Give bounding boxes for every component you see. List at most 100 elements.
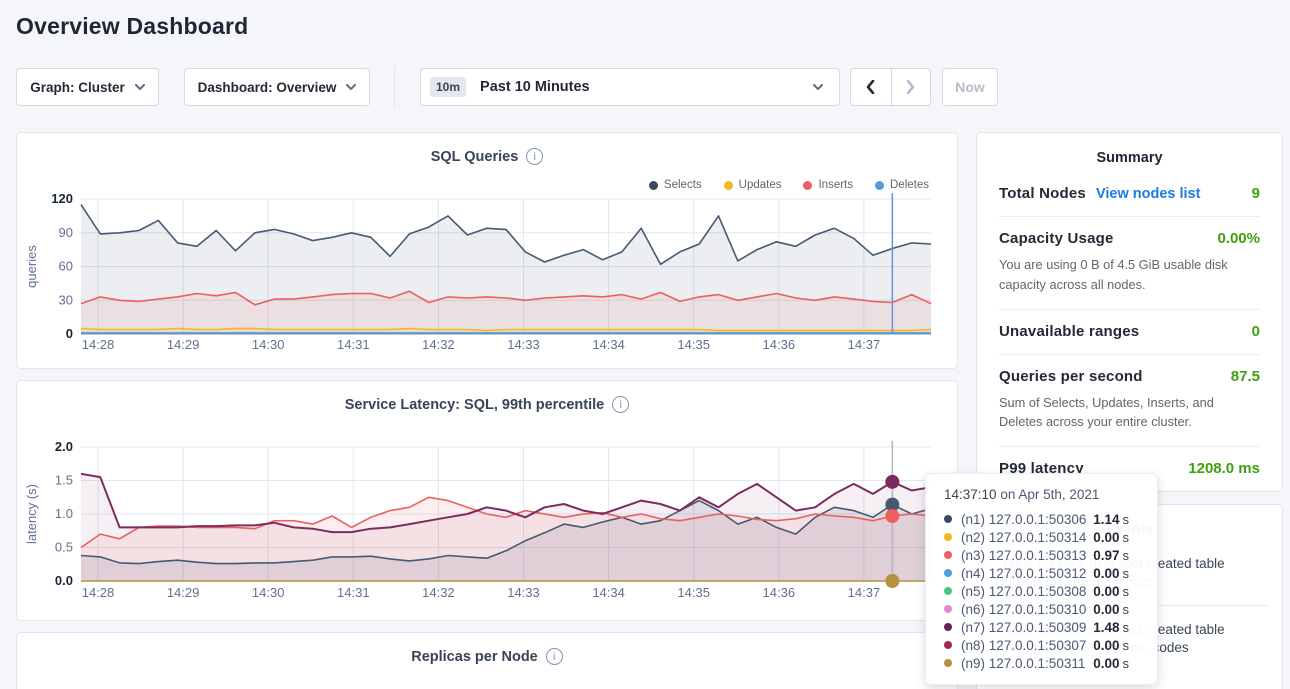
time-prev-button[interactable]	[851, 69, 891, 105]
tooltip-node-row: (n5) 127.0.0.1:503080.00 s	[944, 582, 1157, 600]
svg-text:0.5: 0.5	[55, 540, 73, 555]
time-range-select[interactable]: 10m Past 10 Minutes	[420, 68, 840, 106]
info-icon[interactable]: i	[546, 648, 563, 665]
svg-text:90: 90	[59, 225, 73, 240]
dashboard-dropdown-label: Dashboard: Overview	[198, 80, 337, 95]
node-address: (n5) 127.0.0.1:50308	[961, 584, 1093, 599]
latency-unit: s	[1123, 530, 1130, 545]
replicas-title: Replicas per Node	[411, 649, 538, 665]
chevron-down-icon	[813, 84, 823, 90]
time-nav-group	[850, 68, 931, 106]
svg-text:14:33: 14:33	[507, 585, 540, 600]
latency-unit: s	[1123, 548, 1130, 563]
node-address: (n6) 127.0.0.1:50310	[961, 602, 1093, 617]
tooltip-node-row: (n2) 127.0.0.1:503140.00s	[944, 528, 1157, 546]
svg-text:14:30: 14:30	[252, 585, 285, 600]
chevron-right-icon	[906, 80, 915, 94]
chevron-left-icon	[866, 80, 875, 94]
time-next-button[interactable]	[891, 69, 931, 105]
sql-queries-title: SQL Queries	[431, 149, 519, 165]
time-now-button[interactable]: Now	[942, 68, 998, 106]
node-latency-value: 0.00	[1093, 602, 1119, 617]
svg-text:latency (s): latency (s)	[24, 484, 39, 544]
node-dot-icon	[944, 659, 952, 667]
total-nodes-value: 9	[1252, 185, 1260, 202]
chevron-down-icon	[135, 84, 145, 90]
info-icon[interactable]: i	[526, 148, 543, 165]
node-latency-value: 0.00	[1093, 566, 1119, 581]
latency-unit: s	[1123, 620, 1130, 635]
p99-value: 1208.0 ms	[1188, 460, 1260, 477]
graph-dropdown-label: Graph: Cluster	[30, 80, 125, 95]
replicas-panel: Replicas per Node i	[16, 632, 958, 689]
unavailable-value: 0	[1252, 323, 1260, 340]
tooltip-timestamp: 14:37:10 on Apr 5th, 2021	[944, 487, 1157, 502]
latency-unit: s	[1123, 566, 1130, 581]
info-icon[interactable]: i	[612, 396, 629, 413]
svg-text:14:30: 14:30	[252, 337, 285, 352]
svg-text:14:36: 14:36	[763, 337, 796, 352]
node-latency-value: 0.97	[1093, 548, 1119, 563]
svg-text:14:33: 14:33	[507, 337, 540, 352]
svg-text:14:28: 14:28	[82, 585, 115, 600]
view-nodes-list-link[interactable]: View nodes list	[1096, 186, 1201, 202]
node-address: (n7) 127.0.0.1:50309	[961, 620, 1093, 635]
svg-text:14:37: 14:37	[848, 585, 881, 600]
latency-title: Service Latency: SQL, 99th percentile	[345, 397, 605, 413]
summary-row-capacity: Capacity Usage 0.00% You are using 0 B o…	[999, 216, 1260, 309]
latency-chart[interactable]: 14:2814:2914:3014:3114:3214:3314:3414:35…	[17, 431, 959, 611]
summary-row-qps: Queries per second 87.5 Sum of Selects, …	[999, 354, 1260, 447]
node-latency-value: 0.00	[1093, 638, 1119, 653]
node-latency-value: 0.00	[1093, 584, 1119, 599]
sql-queries-chart[interactable]: 14:2814:2914:3014:3114:3214:3314:3414:35…	[17, 186, 959, 368]
summary-row-total-nodes: Total Nodes View nodes list 9	[999, 172, 1260, 216]
node-address: (n8) 127.0.0.1:50307	[961, 638, 1093, 653]
svg-text:1.5: 1.5	[55, 473, 73, 488]
node-dot-icon	[944, 569, 952, 577]
node-address: (n9) 127.0.0.1:50311	[961, 656, 1093, 671]
svg-text:14:37: 14:37	[848, 337, 881, 352]
node-address: (n4) 127.0.0.1:50312	[961, 566, 1093, 581]
tooltip-node-row: (n4) 127.0.0.1:503120.00 s	[944, 564, 1157, 582]
node-address: (n2) 127.0.0.1:50314	[961, 530, 1093, 545]
graph-dropdown[interactable]: Graph: Cluster	[16, 68, 159, 106]
time-range-label: Past 10 Minutes	[480, 79, 813, 95]
svg-text:1.0: 1.0	[55, 506, 73, 521]
svg-text:120: 120	[51, 191, 73, 206]
page-title: Overview Dashboard	[16, 13, 248, 40]
node-dot-icon	[944, 623, 952, 631]
node-address: (n1) 127.0.0.1:50306	[961, 512, 1093, 527]
latency-panel: Service Latency: SQL, 99th percentile i …	[16, 380, 958, 621]
svg-text:14:29: 14:29	[167, 337, 200, 352]
latency-unit: s	[1123, 656, 1130, 671]
node-latency-value: 0.00	[1093, 656, 1119, 671]
tooltip-node-row: (n8) 127.0.0.1:503070.00 s	[944, 636, 1157, 654]
latency-unit: s	[1123, 584, 1130, 599]
latency-unit: s	[1123, 512, 1130, 527]
svg-text:14:34: 14:34	[592, 337, 625, 352]
summary-title: Summary	[977, 133, 1282, 166]
dashboard-dropdown[interactable]: Dashboard: Overview	[184, 68, 370, 106]
node-dot-icon	[944, 533, 952, 541]
svg-text:14:29: 14:29	[167, 585, 200, 600]
latency-unit: s	[1123, 638, 1130, 653]
svg-text:30: 30	[59, 292, 73, 307]
time-range-badge: 10m	[430, 77, 466, 97]
svg-text:14:31: 14:31	[337, 585, 370, 600]
capacity-note: You are using 0 B of 4.5 GiB usable disk…	[999, 255, 1260, 295]
node-dot-icon	[944, 587, 952, 595]
svg-text:14:36: 14:36	[763, 585, 796, 600]
svg-text:14:31: 14:31	[337, 337, 370, 352]
capacity-value: 0.00%	[1217, 230, 1260, 247]
chevron-down-icon	[346, 84, 356, 90]
svg-text:60: 60	[59, 259, 73, 274]
summary-row-unavailable: Unavailable ranges 0	[999, 309, 1260, 354]
sql-queries-panel: SQL Queries i Selects Updates Inserts De…	[16, 132, 958, 369]
tooltip-node-row: (n9) 127.0.0.1:503110.00 s	[944, 654, 1157, 672]
tooltip-node-row: (n7) 127.0.0.1:503091.48s	[944, 618, 1157, 636]
svg-text:0.0: 0.0	[55, 573, 73, 588]
svg-text:2.0: 2.0	[55, 439, 73, 454]
svg-text:14:32: 14:32	[422, 585, 455, 600]
tooltip-node-row: (n3) 127.0.0.1:503130.97s	[944, 546, 1157, 564]
svg-text:14:28: 14:28	[82, 337, 115, 352]
